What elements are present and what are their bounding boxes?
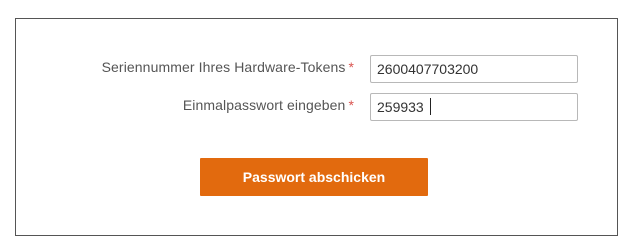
serial-number-input[interactable] (370, 55, 578, 83)
otp-row: Einmalpasswort eingeben * (16, 93, 617, 121)
otp-label: Einmalpasswort eingeben * (183, 97, 354, 113)
serial-number-row: Seriennummer Ihres Hardware-Tokens * (16, 55, 617, 83)
text-caret (430, 98, 431, 115)
otp-label-text: Einmalpasswort eingeben (182, 97, 346, 113)
submit-password-button[interactable]: Passwort abschicken (200, 158, 428, 196)
serial-number-label-text: Seriennummer Ihres Hardware-Tokens (101, 59, 346, 75)
otp-input[interactable] (370, 93, 578, 121)
required-marker: * (348, 97, 354, 113)
required-marker: * (348, 59, 354, 75)
serial-number-label: Seriennummer Ihres Hardware-Tokens * (102, 59, 354, 75)
token-login-panel: Seriennummer Ihres Hardware-Tokens* Einm… (15, 18, 618, 236)
